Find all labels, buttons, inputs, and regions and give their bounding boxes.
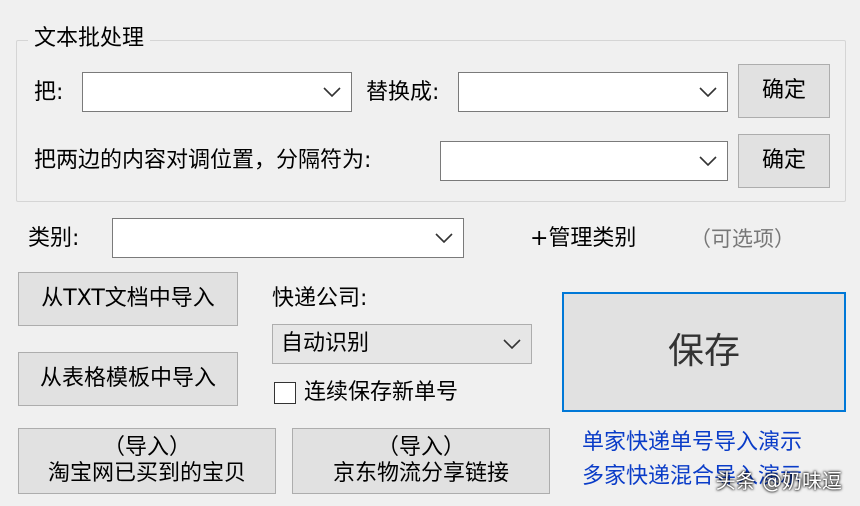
- import-txt-button[interactable]: 从TXT文档中导入: [18, 272, 238, 326]
- batch-group-title: 文本批处理: [28, 24, 151, 54]
- swap-label: 把两边的内容对调位置，分隔符为:: [34, 148, 372, 173]
- chevron-down-icon: [699, 156, 717, 166]
- watermark: 头条 @奶味逗: [715, 469, 842, 493]
- import-template-button[interactable]: 从表格模板中导入: [18, 352, 238, 406]
- courier-select[interactable]: 自动识别: [272, 324, 532, 364]
- chevron-down-icon: [435, 233, 453, 243]
- continuous-save-label: 连续保存新单号: [304, 380, 459, 405]
- category-label: 类别:: [28, 226, 80, 251]
- replace-to-label: 替换成:: [366, 80, 440, 105]
- replace-from-combo[interactable]: [82, 72, 352, 112]
- import-jd-button[interactable]: （导入） 京东物流分享链接: [292, 428, 550, 494]
- replace-to-combo[interactable]: [458, 72, 728, 112]
- chevron-down-icon: [503, 339, 521, 349]
- continuous-save-option[interactable]: 连续保存新单号: [274, 378, 458, 408]
- replace-from-label: 把:: [34, 80, 64, 105]
- save-button[interactable]: 保存: [562, 292, 846, 412]
- continuous-save-checkbox[interactable]: [274, 382, 296, 404]
- courier-label: 快递公司:: [272, 286, 368, 311]
- import-taobao-line2: 淘宝网已买到的宝贝: [47, 461, 246, 486]
- replace-confirm-button[interactable]: 确定: [738, 64, 830, 118]
- chevron-down-icon: [699, 87, 717, 97]
- chevron-down-icon: [323, 87, 341, 97]
- single-courier-demo-link[interactable]: 单家快递单号导入演示: [582, 428, 802, 458]
- import-taobao-button[interactable]: （导入） 淘宝网已买到的宝贝: [18, 428, 276, 494]
- swap-confirm-button[interactable]: 确定: [738, 134, 830, 188]
- category-combo[interactable]: [112, 218, 464, 258]
- courier-selected-value: 自动识别: [281, 331, 370, 356]
- import-jd-line2: 京东物流分享链接: [332, 461, 509, 486]
- manage-category-link[interactable]: +管理类别: [530, 224, 636, 254]
- separator-combo[interactable]: [440, 141, 728, 181]
- import-jd-line1: （导入）: [376, 435, 465, 460]
- import-taobao-line1: （导入）: [102, 435, 191, 460]
- optional-hint: （可选项）: [690, 227, 795, 251]
